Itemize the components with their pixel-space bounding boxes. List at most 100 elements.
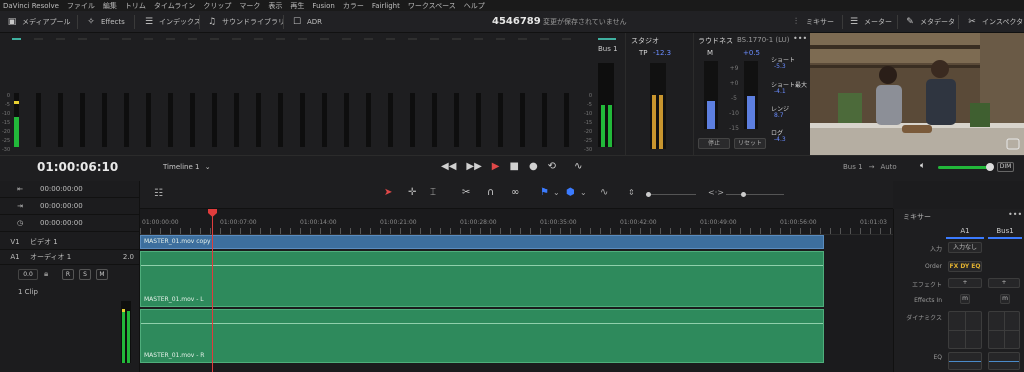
track-meter <box>121 301 131 363</box>
timeline-view-icon[interactable]: ☷ <box>154 188 163 199</box>
fast-forward-icon[interactable]: ▶▶ <box>466 161 481 172</box>
snap-icon[interactable]: ∩ <box>487 187 494 198</box>
timeline-toolbar: ☷ ➤ ✛ ⌶ ✂ ∩ ∞ ⚑ ⌄ ⬢ ⌄ ∿ ⇕ <·> <box>140 181 893 209</box>
menu-help[interactable]: ヘルプ <box>464 1 485 11</box>
channel-meter-fill <box>14 117 19 147</box>
volume-handle[interactable] <box>986 163 994 171</box>
integrated-value: -4.3 <box>774 136 786 143</box>
stop-icon[interactable]: ■ <box>509 161 518 172</box>
menu-workspace[interactable]: ワークスペース <box>408 1 456 11</box>
menu-color[interactable]: カラー <box>343 1 364 11</box>
pointer-icon[interactable]: ➤ <box>384 187 392 198</box>
meter-icon: ☰ <box>849 17 859 27</box>
rewind-icon[interactable]: ◀◀ <box>441 161 456 172</box>
video-clip[interactable]: MASTER_01.mov copy <box>140 235 824 249</box>
playhead[interactable] <box>212 209 213 372</box>
input-select[interactable]: 入力なし <box>948 242 982 253</box>
add-effect-a1[interactable]: + <box>948 278 982 288</box>
video-track-header[interactable]: V1 ビデオ 1 <box>0 235 140 250</box>
channel-header-active <box>12 38 21 40</box>
dim-button[interactable]: DIM <box>997 162 1014 172</box>
track-peak-l <box>122 309 125 312</box>
vertical-zoom-icon[interactable]: ⇕ <box>628 188 635 197</box>
timeline-name: Timeline 1 <box>163 163 200 171</box>
lock-icon[interactable]: 🔒︎ <box>44 269 48 279</box>
chevron-down-icon[interactable]: ⌄ <box>580 188 587 197</box>
menu-trim[interactable]: トリム <box>125 1 146 11</box>
effects-in-bus1[interactable]: m <box>1000 294 1010 304</box>
sound-library-button[interactable]: ♫ サウンドライブラリ <box>206 11 285 33</box>
menu-fusion[interactable]: Fusion <box>312 2 334 10</box>
more-icon[interactable]: ••• <box>793 34 807 43</box>
audio-clip-left[interactable]: MASTER_01.mov - L <box>140 251 824 307</box>
chevron-down-icon[interactable]: ⌄ <box>553 188 560 197</box>
audio-waveform-line <box>141 323 823 324</box>
record-icon[interactable]: ● <box>529 161 538 172</box>
menu-file[interactable]: ファイル <box>67 1 95 11</box>
marker-icon[interactable]: ⬢ <box>566 187 575 198</box>
pause-button[interactable]: 停止 <box>698 138 730 149</box>
meter-scale-label: -20 <box>2 129 11 135</box>
more-icon[interactable]: ••• <box>1008 210 1022 219</box>
loop-icon[interactable]: ⟲ <box>548 161 556 172</box>
razor-icon[interactable]: ✂ <box>462 187 470 198</box>
meter-button[interactable]: ☰ メーター <box>848 11 892 33</box>
vertical-zoom-handle[interactable] <box>646 192 651 197</box>
automation-mode[interactable]: Auto <box>880 163 896 171</box>
mixer-button[interactable]: ⫶ ミキサー <box>790 11 834 33</box>
order-button[interactable]: FX DY EQ <box>948 261 982 272</box>
waveform-zoom-icon[interactable]: ∿ <box>600 187 608 198</box>
horizontal-zoom-icon[interactable]: <·> <box>708 188 724 197</box>
vertical-zoom-slider[interactable] <box>646 194 696 195</box>
menu-view[interactable]: 表示 <box>268 1 282 11</box>
eq-graph-bus1[interactable] <box>988 352 1020 370</box>
menu-timeline[interactable]: タイムライン <box>154 1 196 11</box>
dynamics-graph-a1[interactable] <box>948 311 982 349</box>
menu-fairlight[interactable]: Fairlight <box>372 2 400 10</box>
adr-button[interactable]: ☐ ADR <box>291 11 322 33</box>
eq-graph-a1[interactable] <box>948 352 982 370</box>
timeline-ruler[interactable]: 01:00:00:00 01:00:07:00 01:00:14:00 01:0… <box>140 209 893 235</box>
link-icon[interactable]: ∞ <box>511 187 519 198</box>
menu-edit[interactable]: 編集 <box>103 1 117 11</box>
track-volume[interactable]: 0.0 <box>18 269 38 280</box>
timeline-selector[interactable]: Timeline 1 ⌄ <box>163 163 211 171</box>
index-button[interactable]: ☰ インデックス <box>143 11 201 33</box>
menu-playback[interactable]: 再生 <box>290 1 304 11</box>
bus-output[interactable]: Bus 1 <box>843 163 863 171</box>
flag-icon[interactable]: ⚑ <box>540 187 549 198</box>
dynamics-graph-bus1[interactable] <box>988 311 1020 349</box>
effects-in-a1[interactable]: m <box>960 294 970 304</box>
audio-clip-right[interactable]: MASTER_01.mov - R <box>140 309 824 363</box>
mixer-col-a1: A1 <box>946 227 984 239</box>
solo-button[interactable]: S <box>79 269 91 280</box>
metadata-icon: ✎ <box>906 17 914 27</box>
channel-header <box>540 38 549 40</box>
trim-icon[interactable]: ⌶ <box>430 187 436 198</box>
sound-library-label: サウンドライブラリ <box>222 18 285 26</box>
mute-button[interactable]: M <box>96 269 108 280</box>
range-select-icon[interactable]: ✛ <box>408 187 416 198</box>
menu-clip[interactable]: クリップ <box>203 1 231 11</box>
add-effect-bus1[interactable]: + <box>988 278 1020 288</box>
inspector-label: インスペクタ <box>982 18 1024 26</box>
channel-header <box>474 38 483 40</box>
video-viewer[interactable] <box>810 33 1024 155</box>
audio-track-header[interactable]: A1 オーディオ 1 2.0 <box>0 250 140 265</box>
metadata-button[interactable]: ✎ メタデータ <box>904 11 955 33</box>
horizontal-zoom-handle[interactable] <box>741 192 746 197</box>
loudness-title: ラウドネス <box>698 37 733 45</box>
play-icon[interactable]: ▶ <box>492 161 500 172</box>
horizontal-zoom-slider[interactable] <box>726 194 784 195</box>
loudness-standard[interactable]: BS.1770-1 (LU) <box>737 36 790 44</box>
effects-button[interactable]: ✧ Effects <box>85 11 125 33</box>
record-arm-button[interactable]: R <box>62 269 74 280</box>
monitor-volume-slider[interactable] <box>938 166 990 169</box>
reset-button[interactable]: リセット <box>734 138 766 149</box>
menu-app[interactable]: DaVinci Resolve <box>3 2 59 10</box>
waveform-icon[interactable]: ∿ <box>574 161 582 172</box>
inspector-button[interactable]: ✂ インスペクタ <box>966 11 1023 33</box>
media-pool-button[interactable]: ▣ メディアプール <box>6 11 71 33</box>
speaker-icon[interactable]: 🔈︎ <box>920 161 925 171</box>
menu-mark[interactable]: マーク <box>239 1 260 11</box>
